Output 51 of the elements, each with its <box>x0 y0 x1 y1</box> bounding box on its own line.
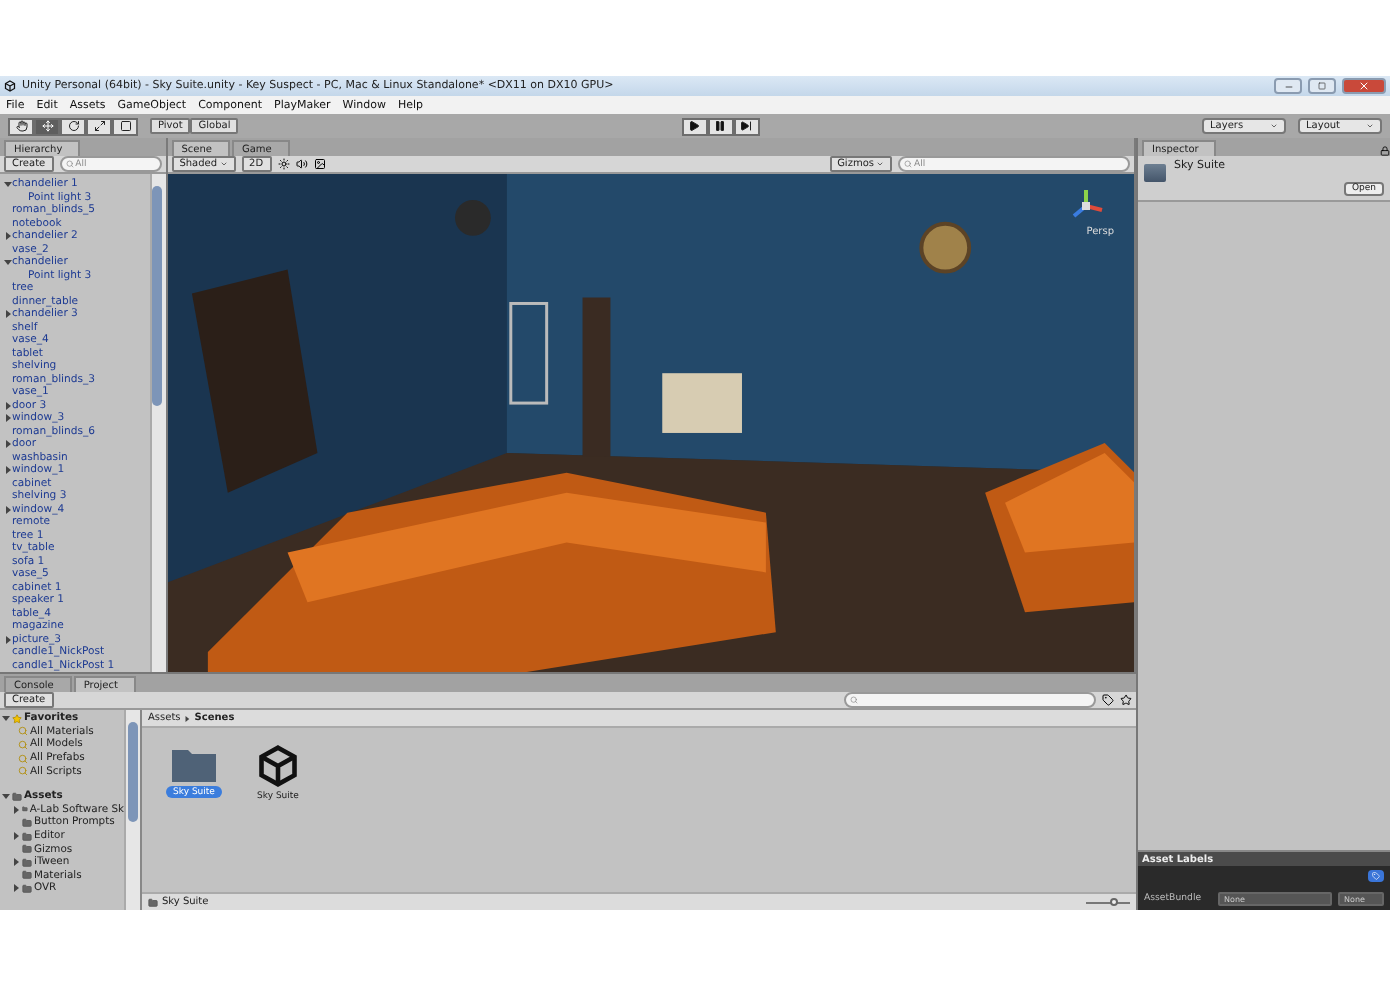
step-button[interactable] <box>733 117 760 135</box>
expanded-arrow-icon[interactable] <box>4 258 12 267</box>
expanded-arrow-icon[interactable] <box>4 180 12 189</box>
minimize-icon <box>1283 81 1293 91</box>
breadcrumb-arrow-icon <box>184 715 191 721</box>
collapsed-arrow-icon[interactable] <box>12 858 20 867</box>
audio-icon[interactable] <box>295 158 308 170</box>
pause-button[interactable] <box>707 117 734 135</box>
play-button[interactable] <box>681 117 708 135</box>
rect-tool-icon <box>119 120 131 132</box>
collapsed-arrow-icon[interactable] <box>4 440 12 449</box>
hand-icon <box>15 120 27 132</box>
lock-icon[interactable] <box>1380 146 1390 156</box>
app-logo-icon <box>4 80 16 92</box>
search-icon <box>904 160 912 168</box>
star-icon <box>12 713 22 724</box>
play-icon <box>688 120 701 132</box>
collapsed-arrow-icon[interactable] <box>12 884 20 893</box>
tag-icon[interactable] <box>1368 870 1384 882</box>
search-field[interactable] <box>844 692 1096 708</box>
collapsed-arrow-icon[interactable] <box>4 635 12 644</box>
close-button[interactable] <box>1342 78 1386 94</box>
collapsed-arrow-icon[interactable] <box>12 805 20 814</box>
square-icon <box>1318 82 1326 90</box>
lighting-icon[interactable] <box>277 158 290 170</box>
tool-button[interactable] <box>8 117 34 135</box>
close-icon <box>1358 80 1370 92</box>
move-arrows-icon <box>41 120 53 132</box>
tag-icon[interactable] <box>1102 694 1114 706</box>
collapsed-arrow-icon[interactable] <box>12 832 20 841</box>
rotate-icon <box>67 120 79 132</box>
tool-button[interactable] <box>60 117 86 135</box>
tool-button[interactable] <box>112 117 138 135</box>
star-icon[interactable] <box>1120 694 1132 706</box>
search-icon <box>65 160 74 168</box>
step-forward-icon <box>740 120 753 132</box>
collapsed-arrow-icon[interactable] <box>4 414 12 423</box>
collapsed-arrow-icon[interactable] <box>4 466 12 475</box>
collapsed-arrow-icon[interactable] <box>4 310 12 319</box>
collapsed-arrow-icon[interactable] <box>4 232 12 241</box>
tool-button[interactable] <box>86 117 112 135</box>
collapsed-arrow-icon[interactable] <box>4 505 12 514</box>
expanded-arrow-icon[interactable] <box>2 714 10 723</box>
search-icon <box>850 696 858 704</box>
image-icon[interactable] <box>313 158 326 170</box>
collapsed-arrow-icon[interactable] <box>4 401 12 410</box>
scrollbar-thumb[interactable] <box>127 722 137 822</box>
expanded-arrow-icon[interactable] <box>2 792 10 801</box>
scrollbar-thumb[interactable] <box>152 186 163 406</box>
pause-icon <box>714 120 727 132</box>
zoom-slider-thumb[interactable] <box>1110 897 1118 905</box>
